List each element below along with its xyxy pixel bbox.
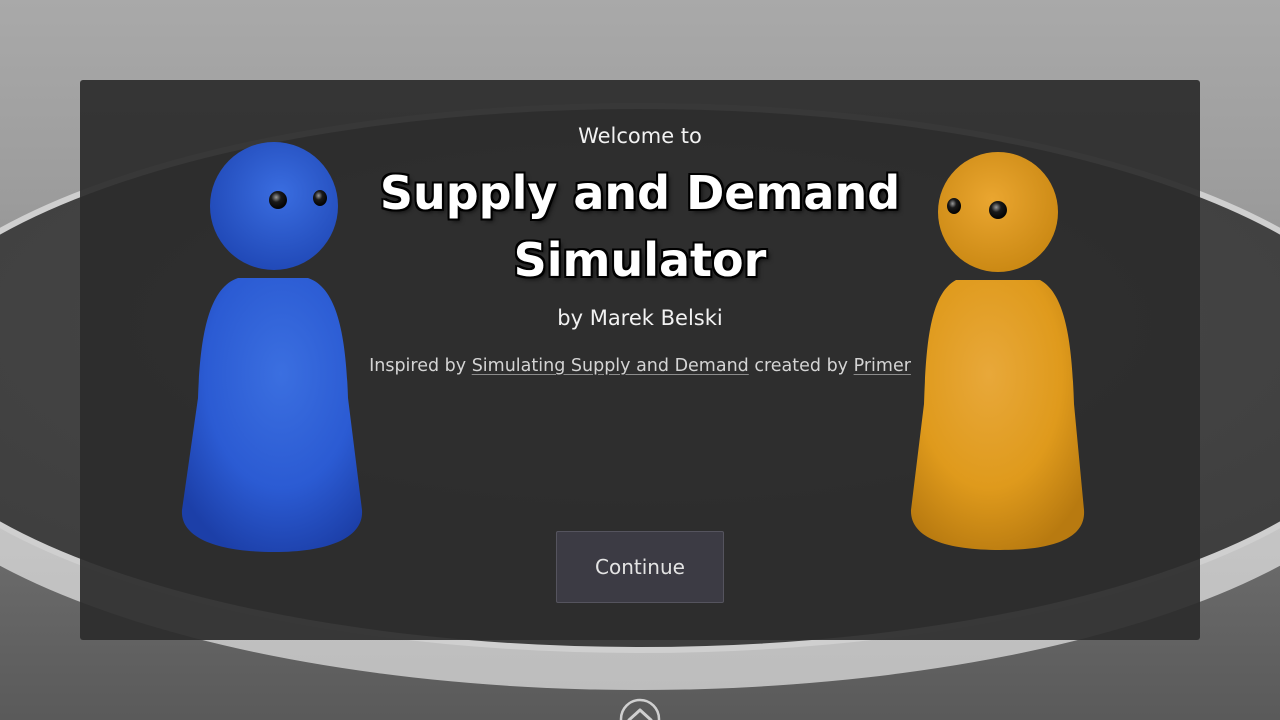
welcome-text: Welcome to: [578, 124, 702, 148]
game-scene: Welcome to Supply and Demand Simulator b…: [0, 0, 1280, 720]
game-title-line2: Simulator: [513, 233, 767, 287]
welcome-dialog: Welcome to Supply and Demand Simulator b…: [80, 80, 1200, 640]
author-credit: by Marek Belski: [557, 306, 723, 330]
video-link[interactable]: Simulating Supply and Demand: [472, 356, 749, 376]
welcome-content: Welcome to Supply and Demand Simulator b…: [80, 80, 1200, 640]
creator-link[interactable]: Primer: [854, 356, 911, 376]
inspiration-middle: created by: [748, 356, 854, 376]
chevron-up-circle-icon[interactable]: [619, 698, 661, 720]
inspiration-prefix: Inspired by: [369, 356, 472, 376]
game-title-line1: Supply and Demand: [379, 166, 901, 220]
inspiration-credit: Inspired by Simulating Supply and Demand…: [80, 356, 1200, 376]
continue-button[interactable]: Continue: [556, 531, 724, 603]
game-title: Supply and Demand Simulator: [340, 160, 940, 294]
